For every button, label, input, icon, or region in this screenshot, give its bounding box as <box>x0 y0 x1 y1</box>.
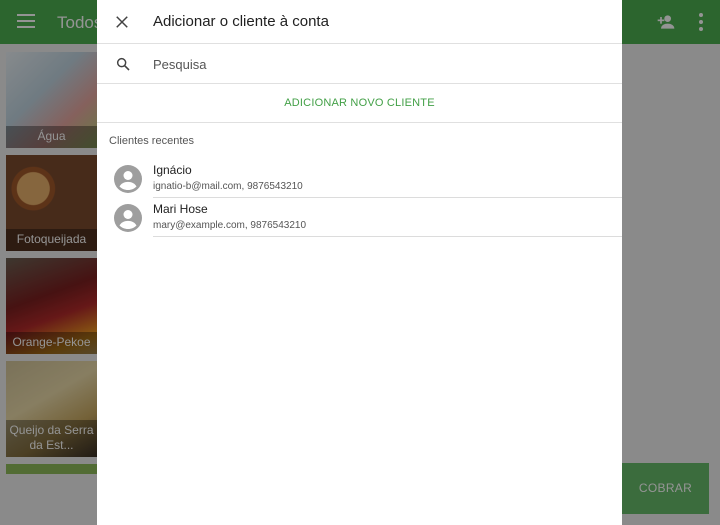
client-list-item[interactable]: Mari Hose mary@example.com, 9876543210 <box>97 198 622 237</box>
client-info: Ignácio ignatio-b@mail.com, 9876543210 <box>153 162 622 198</box>
add-client-dialog: Adicionar o cliente à conta ADICIONAR NO… <box>97 0 622 525</box>
dialog-title: Adicionar o cliente à conta <box>153 13 329 30</box>
client-details: ignatio-b@mail.com, 9876543210 <box>153 181 303 192</box>
dialog-header: Adicionar o cliente à conta <box>97 0 622 44</box>
client-name: Mari Hose <box>153 202 208 216</box>
search-bar <box>97 44 622 84</box>
account-circle-icon <box>114 204 142 232</box>
search-input[interactable] <box>153 54 593 74</box>
search-icon <box>116 57 130 71</box>
close-icon[interactable] <box>113 13 131 31</box>
client-info: Mari Hose mary@example.com, 9876543210 <box>153 201 622 237</box>
client-name: Ignácio <box>153 163 192 177</box>
recent-clients-label: Clientes recentes <box>109 135 194 147</box>
client-details: mary@example.com, 9876543210 <box>153 220 307 231</box>
client-list-item[interactable]: Ignácio ignatio-b@mail.com, 9876543210 <box>97 159 622 198</box>
account-circle-icon <box>114 165 142 193</box>
add-new-client-button[interactable]: ADICIONAR NOVO CLIENTE <box>97 84 622 123</box>
